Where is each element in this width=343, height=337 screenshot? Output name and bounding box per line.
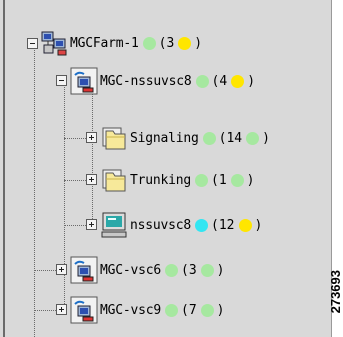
tree-node-signaling[interactable]: Signaling (14 )	[100, 123, 270, 153]
tree-node-host-2[interactable]: MGC-vsc6 (3 )	[70, 255, 225, 285]
count-close: )	[216, 262, 225, 278]
panel-border	[3, 0, 5, 337]
alarm-count: (14 )	[219, 131, 270, 146]
farm-network-icon	[41, 31, 67, 56]
count-value: (4	[211, 73, 228, 89]
expand-toggle[interactable]	[86, 219, 97, 230]
alarm-indicator	[238, 218, 252, 232]
figure-id: 273693	[328, 269, 343, 313]
expand-toggle[interactable]	[86, 132, 97, 143]
expand-toggle[interactable]	[86, 174, 97, 185]
expand-toggle[interactable]	[56, 264, 67, 275]
count-value: (7	[181, 302, 197, 318]
tree-guide-line	[64, 85, 65, 310]
count-value: (14	[218, 130, 243, 146]
tree-guide-line	[34, 310, 56, 311]
tree-guide-line	[34, 270, 56, 271]
alarm-indicator	[200, 303, 214, 317]
alarm-indicator	[230, 173, 244, 187]
tree-panel: MGCFarm-1 (3 ) MGC-nssuvsc8 (4 ) Signali…	[0, 0, 332, 337]
mgc-host-icon	[70, 296, 98, 324]
status-indicator	[195, 218, 209, 232]
node-label: MGC-vsc9	[100, 302, 162, 318]
tree-node-trunking[interactable]: Trunking (1 )	[100, 165, 255, 195]
expand-toggle[interactable]	[56, 304, 67, 315]
tree-guide-line	[34, 45, 35, 337]
count-close: )	[247, 73, 256, 89]
status-indicator	[202, 131, 216, 145]
node-label: MGC-nssuvsc8	[100, 73, 192, 89]
node-label: MGC-vsc6	[100, 262, 162, 278]
tree-node-host-3[interactable]: MGC-vsc9 (7 )	[70, 295, 225, 325]
node-label: Signaling	[130, 130, 199, 146]
alarm-count: (12 )	[211, 218, 262, 233]
screenshot-stage: MGCFarm-1 (3 ) MGC-nssuvsc8 (4 ) Signali…	[0, 0, 343, 337]
status-indicator	[142, 36, 156, 50]
alarm-indicator	[178, 36, 192, 50]
tree-node-host-1[interactable]: MGC-nssuvsc8 (4 )	[70, 66, 255, 96]
tree-guide-line	[64, 138, 86, 139]
status-indicator	[165, 303, 179, 317]
tree-node-farm[interactable]: MGCFarm-1 (3 )	[40, 28, 202, 58]
node-label: Trunking	[130, 172, 192, 188]
alarm-indicator	[200, 263, 214, 277]
count-close: )	[216, 302, 225, 318]
expand-toggle[interactable]	[56, 75, 67, 86]
alarm-indicator	[231, 74, 245, 88]
count-value: (12	[211, 217, 235, 233]
status-indicator	[195, 74, 209, 88]
tree-guide-line	[64, 225, 86, 226]
folder-icon	[102, 169, 126, 192]
node-label: nssuvsc8	[130, 217, 192, 233]
count-close: )	[262, 130, 270, 146]
expand-toggle[interactable]	[27, 38, 38, 49]
alarm-count: (3 )	[181, 263, 224, 278]
alarm-count: (1 )	[211, 173, 254, 188]
count-close: )	[194, 35, 203, 51]
alarm-count: (3 )	[159, 36, 202, 51]
mgc-host-icon	[70, 67, 98, 95]
status-indicator	[195, 173, 209, 187]
mgc-host-icon	[70, 256, 98, 284]
computer-icon	[101, 212, 127, 238]
count-value: (3	[158, 35, 175, 51]
folder-icon	[102, 127, 126, 150]
count-close: )	[246, 172, 255, 188]
tree-node-nssuvsc8[interactable]: nssuvsc8 (12 )	[100, 210, 262, 240]
alarm-count: (7 )	[181, 303, 224, 318]
node-label: MGCFarm-1	[70, 35, 139, 51]
alarm-count: (4 )	[212, 74, 255, 89]
count-close: )	[254, 217, 263, 233]
count-value: (1	[211, 172, 227, 188]
status-indicator	[165, 263, 179, 277]
count-value: (3	[181, 262, 197, 278]
tree-guide-line	[92, 90, 93, 225]
tree-guide-line	[64, 180, 86, 181]
alarm-indicator	[246, 131, 260, 145]
